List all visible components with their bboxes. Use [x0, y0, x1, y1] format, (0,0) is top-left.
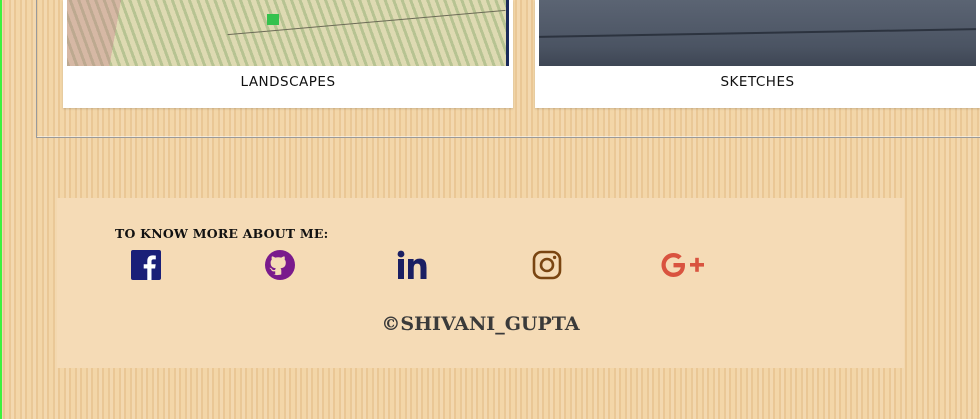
- sketches-caption: SKETCHES: [720, 74, 795, 90]
- gallery-card-sketches[interactable]: SKETCHES: [535, 0, 980, 108]
- photo-green-mark: [267, 14, 279, 25]
- github-icon: [265, 250, 295, 280]
- left-edge-bar: [0, 0, 2, 419]
- landscapes-photo[interactable]: [67, 0, 509, 66]
- facebook-link[interactable]: [129, 248, 163, 282]
- landscapes-caption: LANDSCAPES: [240, 74, 336, 90]
- facebook-icon: [131, 250, 161, 280]
- photo-line: [539, 28, 976, 38]
- linkedin-icon: [397, 250, 427, 279]
- footer: TO KNOW MORE ABOUT ME: ©SHIVANI_GUPTA: [57, 198, 904, 368]
- sketches-photo[interactable]: [539, 0, 976, 66]
- instagram-icon: [532, 250, 562, 280]
- copyright-text: ©SHIVANI_GUPTA: [381, 313, 580, 335]
- google-plus-icon: [661, 253, 704, 277]
- github-link[interactable]: [263, 248, 297, 282]
- footer-heading: TO KNOW MORE ABOUT ME:: [115, 226, 329, 241]
- gallery-card-landscapes[interactable]: LANDSCAPES: [63, 0, 513, 108]
- linkedin-link[interactable]: [396, 248, 430, 282]
- google-plus-link[interactable]: [659, 248, 707, 282]
- instagram-link[interactable]: [530, 248, 564, 282]
